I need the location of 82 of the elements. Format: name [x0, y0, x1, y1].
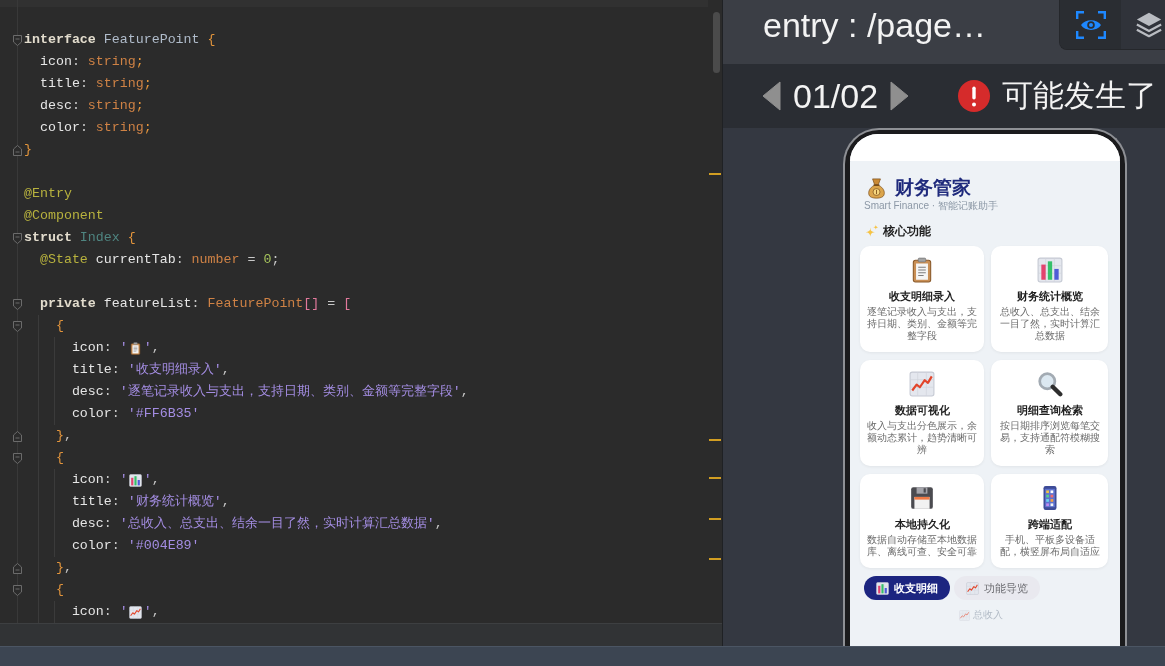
code-line: } [24, 141, 32, 159]
magnifier-icon [1036, 371, 1063, 397]
page-path-title: entry : /page… [763, 5, 986, 45]
code-line: color: '#FF6B35' [71, 405, 200, 423]
feature-title: 收支明细录入 [889, 289, 955, 303]
code-line: private featureList: FeaturePoint[] = [ [39, 295, 352, 313]
bar-chart-icon [876, 581, 889, 595]
feature-title: 跨端适配 [1027, 517, 1072, 531]
fold-marker-icon [13, 34, 22, 46]
stripe-mark-icon [709, 518, 721, 520]
code-line: { [55, 317, 64, 335]
fold-marker-icon [13, 232, 22, 244]
code-line: }, [55, 559, 72, 577]
code-line: color: string; [39, 119, 152, 137]
code-line: icon: ' [71, 603, 128, 621]
code-line: @Component [24, 207, 104, 225]
feature-title: 本地持久化 [894, 517, 950, 531]
feature-title: 数据可视化 [894, 403, 950, 417]
stripe-mark-icon [709, 558, 721, 560]
line-chart-icon [966, 581, 979, 595]
code-line: desc: '逐笔记录收入与支出，支持日期、类别、金额等完整字段', [71, 383, 469, 401]
code-line: icon: ' [71, 471, 128, 489]
stripe-mark-icon [709, 439, 721, 441]
code-line: title: '收支明细录入', [71, 361, 230, 379]
fold-marker-icon [13, 452, 22, 464]
app-subtitle: Smart Finance · 智能记账助手 [863, 200, 999, 212]
feature-description: 数据自动存储至本地数据库、离线可查、安全可靠 [866, 534, 978, 558]
fold-marker-icon [13, 430, 22, 442]
fold-marker-icon [13, 144, 22, 156]
fold-marker-icon [13, 298, 22, 310]
feature-description: 手机、平板多设备适配，横竖屏布局自适应 [998, 534, 1101, 558]
layers-icon [1135, 11, 1163, 39]
app-title: 财务管家 [895, 177, 971, 199]
code-line: icon: ' [71, 339, 128, 357]
tab[interactable]: 功能导览 [954, 576, 1040, 600]
code-line: }, [55, 427, 72, 445]
bar-chart-icon [1036, 257, 1063, 283]
page-counter: 01/02 [793, 76, 879, 116]
previous-page-button[interactable] [762, 81, 781, 111]
code-line: desc: '总收入、总支出、结余一目了然，实时计算汇总数据', [71, 515, 443, 533]
stripe-mark-icon [709, 173, 721, 175]
code-line: title: string; [39, 75, 152, 93]
fold-marker-icon [13, 562, 22, 574]
bar-chart-icon [129, 473, 143, 487]
code-line: ', [143, 471, 160, 489]
code-line: icon: string; [39, 53, 144, 71]
eye-button[interactable] [1060, 0, 1121, 49]
eye-icon [1075, 11, 1106, 39]
feature-description: 按日期排序浏览每笔交易，支持通配符模糊搜索 [998, 420, 1101, 456]
tab[interactable]: 收支明细 [864, 576, 950, 600]
money-bag-icon [866, 177, 887, 199]
triangle-left-icon [762, 81, 781, 111]
feature-description: 总收入、总支出、结余一目了然，实时计算汇总数据 [998, 306, 1101, 342]
code-line: color: '#004E89' [71, 537, 200, 555]
code-line: ', [143, 603, 160, 621]
feature-description: 逐笔记录收入与支出，支持日期、类别、金额等完整字段 [866, 306, 978, 342]
scrollbar-thumb[interactable] [713, 12, 720, 73]
line-chart-icon [129, 605, 143, 619]
code-line: struct Index { [24, 229, 136, 247]
code-line: { [55, 449, 64, 467]
alert-icon [958, 80, 991, 112]
code-line: @Entry [24, 185, 72, 203]
line-chart-icon [909, 371, 935, 397]
code-line: interface FeaturePoint { [24, 31, 216, 49]
clipboard-icon [129, 341, 143, 355]
triangle-right-icon [890, 81, 910, 111]
section-title: 核心功能 [883, 224, 931, 238]
sparkles-icon [865, 224, 879, 238]
feature-title: 明细查询检索 [1016, 403, 1083, 417]
feature-description: 收入与支出分色展示，余额动态累计，趋势清晰可辨 [866, 420, 978, 456]
fold-marker-icon [13, 584, 22, 596]
fold-marker-icon [13, 320, 22, 332]
code-line: @State currentTab: number = 0; [39, 251, 280, 269]
alert-message: 可能发生了 [1002, 77, 1158, 115]
code-line: title: '财务统计概览', [71, 493, 230, 511]
code-line: desc: string; [39, 97, 144, 115]
stripe-mark-icon [709, 477, 721, 479]
code-line: ', [143, 339, 160, 357]
feature-title: 财务统计概览 [1016, 289, 1083, 303]
code-line: { [55, 581, 64, 599]
next-page-button[interactable] [890, 81, 910, 111]
line-chart-icon [959, 609, 970, 621]
